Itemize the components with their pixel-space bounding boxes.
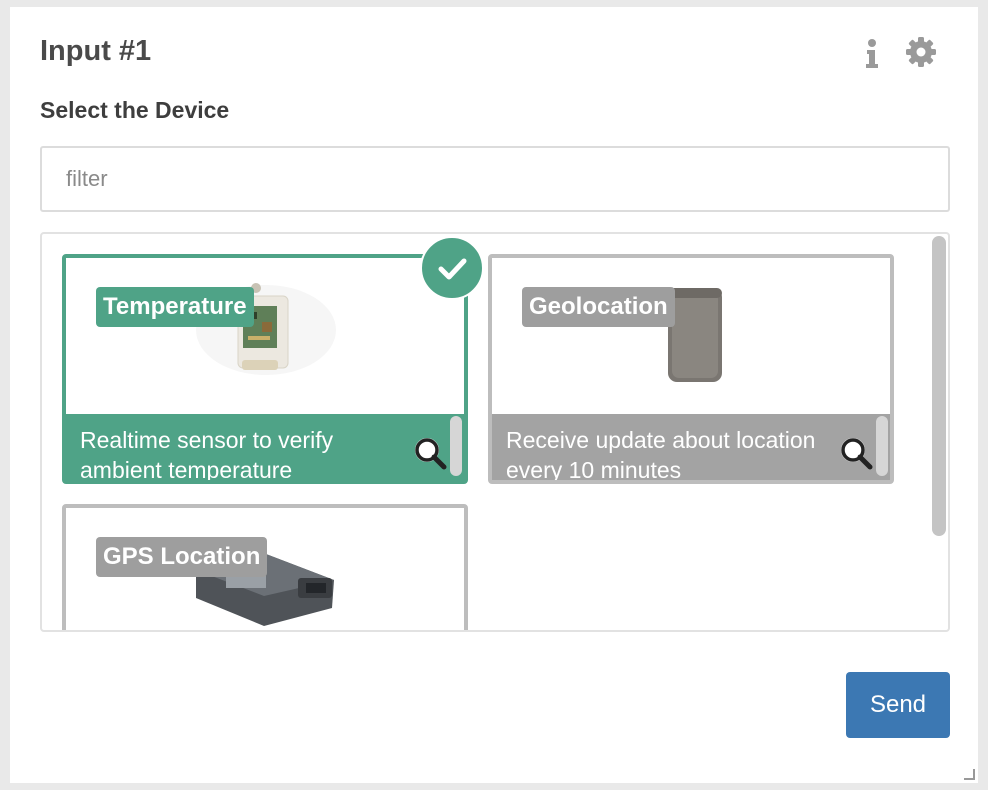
filter-input[interactable]	[40, 146, 950, 212]
device-title: Temperature	[96, 287, 254, 327]
geolocation-tracker-image	[668, 288, 722, 382]
device-description: Realtime sensor to verify ambient temper…	[80, 427, 334, 480]
device-description-area: Receive update about location every 10 m…	[492, 414, 890, 480]
magnifier-icon[interactable]	[412, 435, 448, 471]
send-button[interactable]: Send	[846, 672, 950, 738]
device-card-temperature[interactable]: Temperature Realtime sensor to verify am…	[62, 236, 484, 484]
device-description: Receive update about location every 10 m…	[506, 427, 816, 480]
device-card-geolocation[interactable]: Geolocation Receive update about locatio…	[488, 254, 894, 484]
list-scrollbar[interactable]	[932, 236, 946, 536]
magnifier-icon[interactable]	[838, 435, 874, 471]
device-list: Temperature Realtime sensor to verify am…	[40, 232, 950, 632]
check-icon	[420, 236, 484, 300]
panel-title: Input #1	[40, 35, 152, 67]
gear-icon[interactable]	[906, 37, 936, 67]
description-scrollbar[interactable]	[450, 416, 462, 476]
device-title: GPS Location	[96, 537, 268, 577]
device-card-gps-location[interactable]: GPS Location	[62, 504, 468, 630]
temperature-sensor-image	[196, 283, 336, 375]
device-description-area: Realtime sensor to verify ambient temper…	[66, 414, 464, 480]
device-title: Geolocation	[522, 287, 675, 327]
section-label: Select the Device	[40, 97, 230, 123]
input-panel: Input #1 Select the Device filter Temper…	[10, 7, 978, 783]
description-scrollbar[interactable]	[876, 416, 888, 476]
resize-handle-icon[interactable]	[962, 767, 976, 781]
info-icon[interactable]	[862, 37, 882, 71]
